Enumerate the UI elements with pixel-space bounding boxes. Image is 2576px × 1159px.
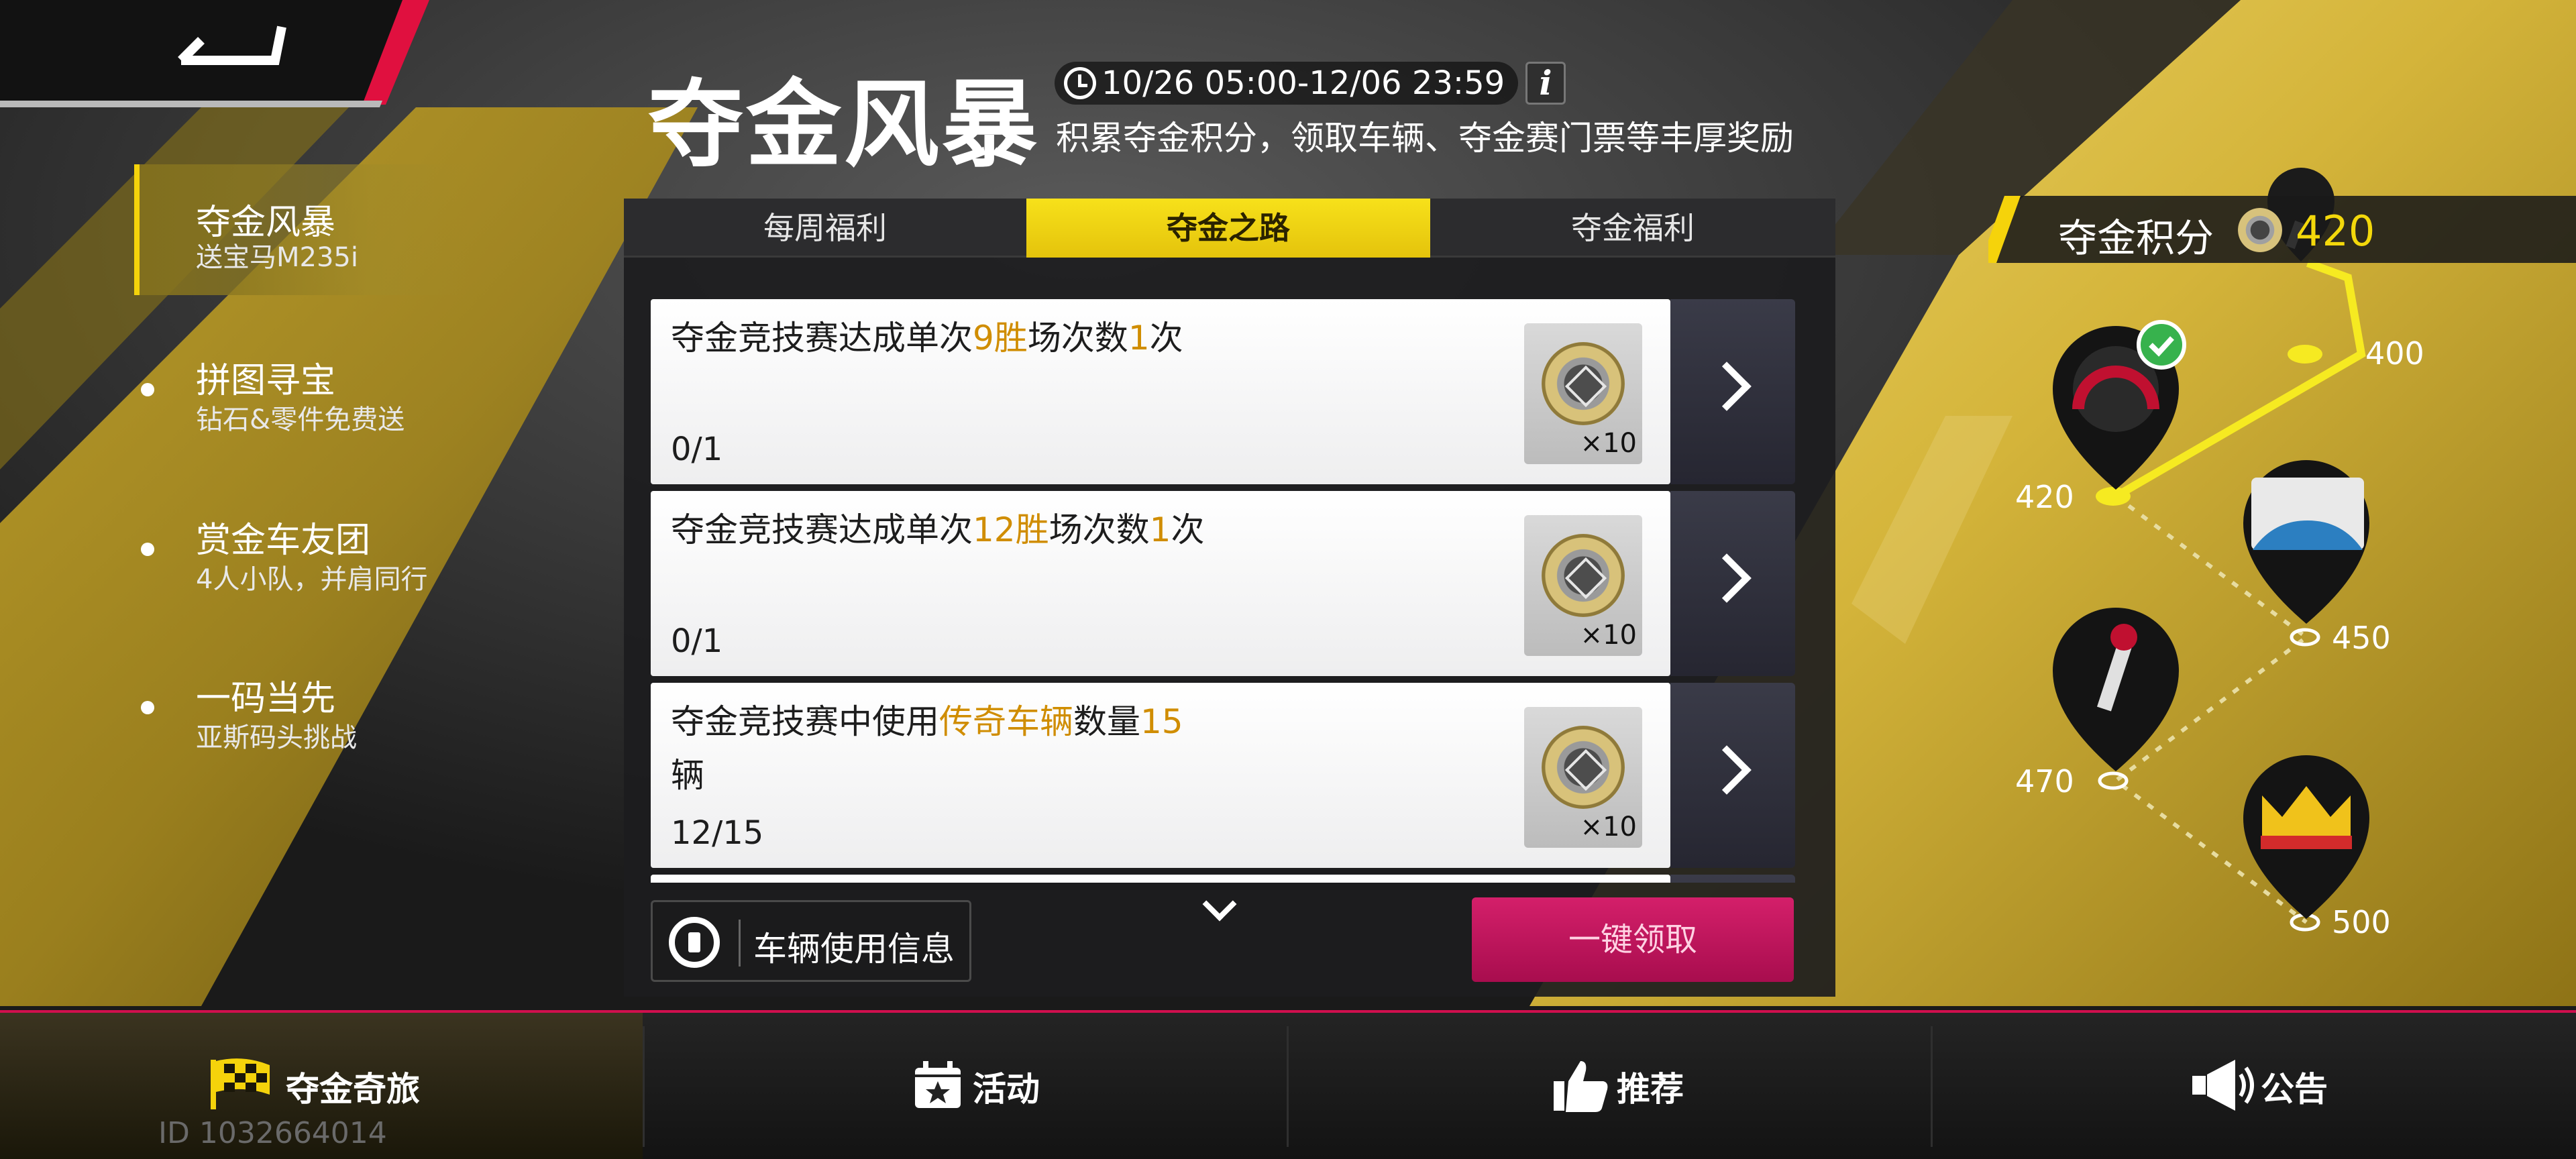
points-value: 420 — [2296, 207, 2375, 256]
tab-bar: 每周福利 夺金之路 夺金福利 — [624, 199, 1835, 258]
bottom-tab-recommended[interactable]: 推荐 — [1288, 1013, 1931, 1159]
bottom-tab-label: 夺金奇旅 — [286, 1070, 420, 1109]
nav-item-duojin-storm[interactable]: 夺金风暴 送宝马M235i — [134, 164, 470, 295]
task-item: 夺金竞技赛达成单次9胜场次数1次 0/1 ×10 — [651, 299, 1795, 484]
vehicle-info-icon — [669, 917, 720, 968]
nav-item-sub: 钻石&零件免费送 — [196, 404, 405, 435]
milestone-label: 450 — [2332, 620, 2391, 656]
task-card: 夺金竞技赛达成单次12胜场次数1次 0/1 ×10 — [651, 491, 1670, 676]
reward-quantity: ×10 — [1580, 812, 1637, 842]
milestone-label: 420 — [2015, 479, 2074, 515]
bottom-tab-label: 推荐 — [1617, 1070, 1684, 1109]
go-button[interactable] — [1670, 875, 1795, 883]
task-item: 夺金竞技赛达成单次12胜场次数1次 0/1 ×10 — [651, 491, 1795, 676]
reward-quantity: ×10 — [1580, 620, 1637, 651]
milestone-label: 470 — [2015, 763, 2074, 799]
bottom-tab-announcements[interactable]: 公告 — [1932, 1013, 2576, 1159]
milestone-label: 500 — [2332, 904, 2391, 940]
points-header: 夺金积分 420 — [1988, 196, 2576, 263]
nav-item-puzzle-hunt[interactable]: 拼图寻宝 钻石&零件免费送 — [134, 324, 470, 455]
bullet-dot — [141, 543, 154, 556]
go-button[interactable] — [1670, 683, 1795, 868]
clock-icon — [1064, 67, 1096, 99]
nav-item-bounty-crew[interactable]: 赏金车友团 4人小队，并肩同行 — [134, 484, 470, 614]
vehicle-usage-info-button[interactable]: 车辆使用信息 — [651, 900, 971, 982]
bullet-dot — [141, 701, 154, 714]
nav-item-one-code[interactable]: 一码当先 亚斯码头挑战 — [134, 642, 470, 773]
bullet-dot — [141, 383, 154, 396]
divider — [739, 920, 741, 967]
bottom-nav-bar: 夺金奇旅 ID 1032664014 活动 推荐 公告 — [0, 1010, 2576, 1159]
nav-item-sub: 亚斯码头挑战 — [196, 722, 357, 753]
megaphone-icon — [2192, 1060, 2254, 1111]
task-card: 夺金竞技赛达成单次9胜场次数1次 0/1 ×10 — [651, 299, 1670, 484]
task-card: 夺金竞技赛中使用传奇车辆数量15 辆 12/15 ×10 — [651, 683, 1670, 868]
nav-item-sub: 送宝马M235i — [196, 242, 358, 273]
tab-road-to-gold[interactable]: 夺金之路 — [1026, 199, 1430, 258]
task-item: 夺金竞技赛中使用传奇车辆数量15 辆 12/15 ×10 — [651, 683, 1795, 868]
nav-item-label: 赏金车友团 — [196, 520, 371, 561]
bottom-tab-label: 活动 — [973, 1070, 1040, 1109]
checkered-flag-icon — [211, 1058, 270, 1109]
task-progress: 0/1 — [671, 622, 723, 660]
event-timer: 10/26 05:00-12/06 23:59 — [1055, 62, 1519, 105]
task-description: 夺金竞技赛中使用传奇车辆数量15 辆 — [671, 702, 1183, 795]
task-progress: 0/1 — [671, 431, 723, 468]
task-item-partial — [651, 875, 1795, 883]
user-id: ID 1032664014 — [158, 1116, 387, 1150]
reward-item[interactable]: ×10 — [1524, 515, 1642, 656]
bottom-tab-gold-journey[interactable]: 夺金奇旅 ID 1032664014 — [0, 1013, 643, 1159]
points-label: 夺金积分 — [2058, 215, 2214, 261]
nav-item-label: 一码当先 — [196, 679, 336, 719]
claim-all-button[interactable]: 一键领取 — [1472, 897, 1794, 982]
gold-coin-icon — [2238, 208, 2282, 252]
tab-weekly-benefits[interactable]: 每周福利 — [624, 199, 1026, 258]
task-list[interactable]: 夺金竞技赛达成单次9胜场次数1次 0/1 ×10 夺金竞技赛达成单次12胜场次数… — [651, 299, 1795, 883]
chevron-right-icon — [1702, 553, 1752, 603]
tab-gold-benefits[interactable]: 夺金福利 — [1430, 199, 1835, 258]
timer-text: 10/26 05:00-12/06 23:59 — [1102, 64, 1505, 102]
reward-item[interactable]: ×10 — [1524, 323, 1642, 464]
chevron-right-icon — [1702, 362, 1752, 411]
milestone-label: 400 — [2365, 335, 2424, 372]
go-button[interactable] — [1670, 491, 1795, 676]
gold-coin-icon — [1542, 534, 1625, 617]
nav-item-label: 拼图寻宝 — [196, 361, 336, 401]
back-arrow-icon — [0, 0, 429, 107]
calendar-icon — [915, 1061, 961, 1108]
vehicle-usage-info-label: 车辆使用信息 — [753, 930, 955, 969]
task-description: 夺金竞技赛达成单次12胜场次数1次 — [671, 510, 1205, 549]
gold-coin-icon — [1542, 726, 1625, 809]
chevron-right-icon — [1702, 745, 1752, 795]
info-button[interactable]: i — [1525, 62, 1566, 105]
reward-quantity: ×10 — [1580, 428, 1637, 459]
task-card — [651, 875, 1670, 883]
nav-item-sub: 4人小队，并肩同行 — [196, 564, 428, 595]
bottom-tab-label: 公告 — [2261, 1070, 2328, 1109]
go-button[interactable] — [1670, 299, 1795, 484]
thumbs-up-icon — [1554, 1061, 1608, 1112]
bottom-tab-activities[interactable]: 活动 — [644, 1013, 1287, 1159]
task-description: 夺金竞技赛达成单次9胜场次数1次 — [671, 319, 1183, 357]
page-title: 夺金风暴 — [648, 70, 1040, 180]
back-button[interactable] — [0, 0, 429, 107]
reward-item[interactable]: ×10 — [1524, 707, 1642, 848]
gold-coin-icon — [1542, 342, 1625, 425]
page-subtitle: 积累夺金积分，领取车辆、夺金赛门票等丰厚奖励 — [1056, 119, 1794, 158]
task-progress: 12/15 — [671, 814, 764, 852]
